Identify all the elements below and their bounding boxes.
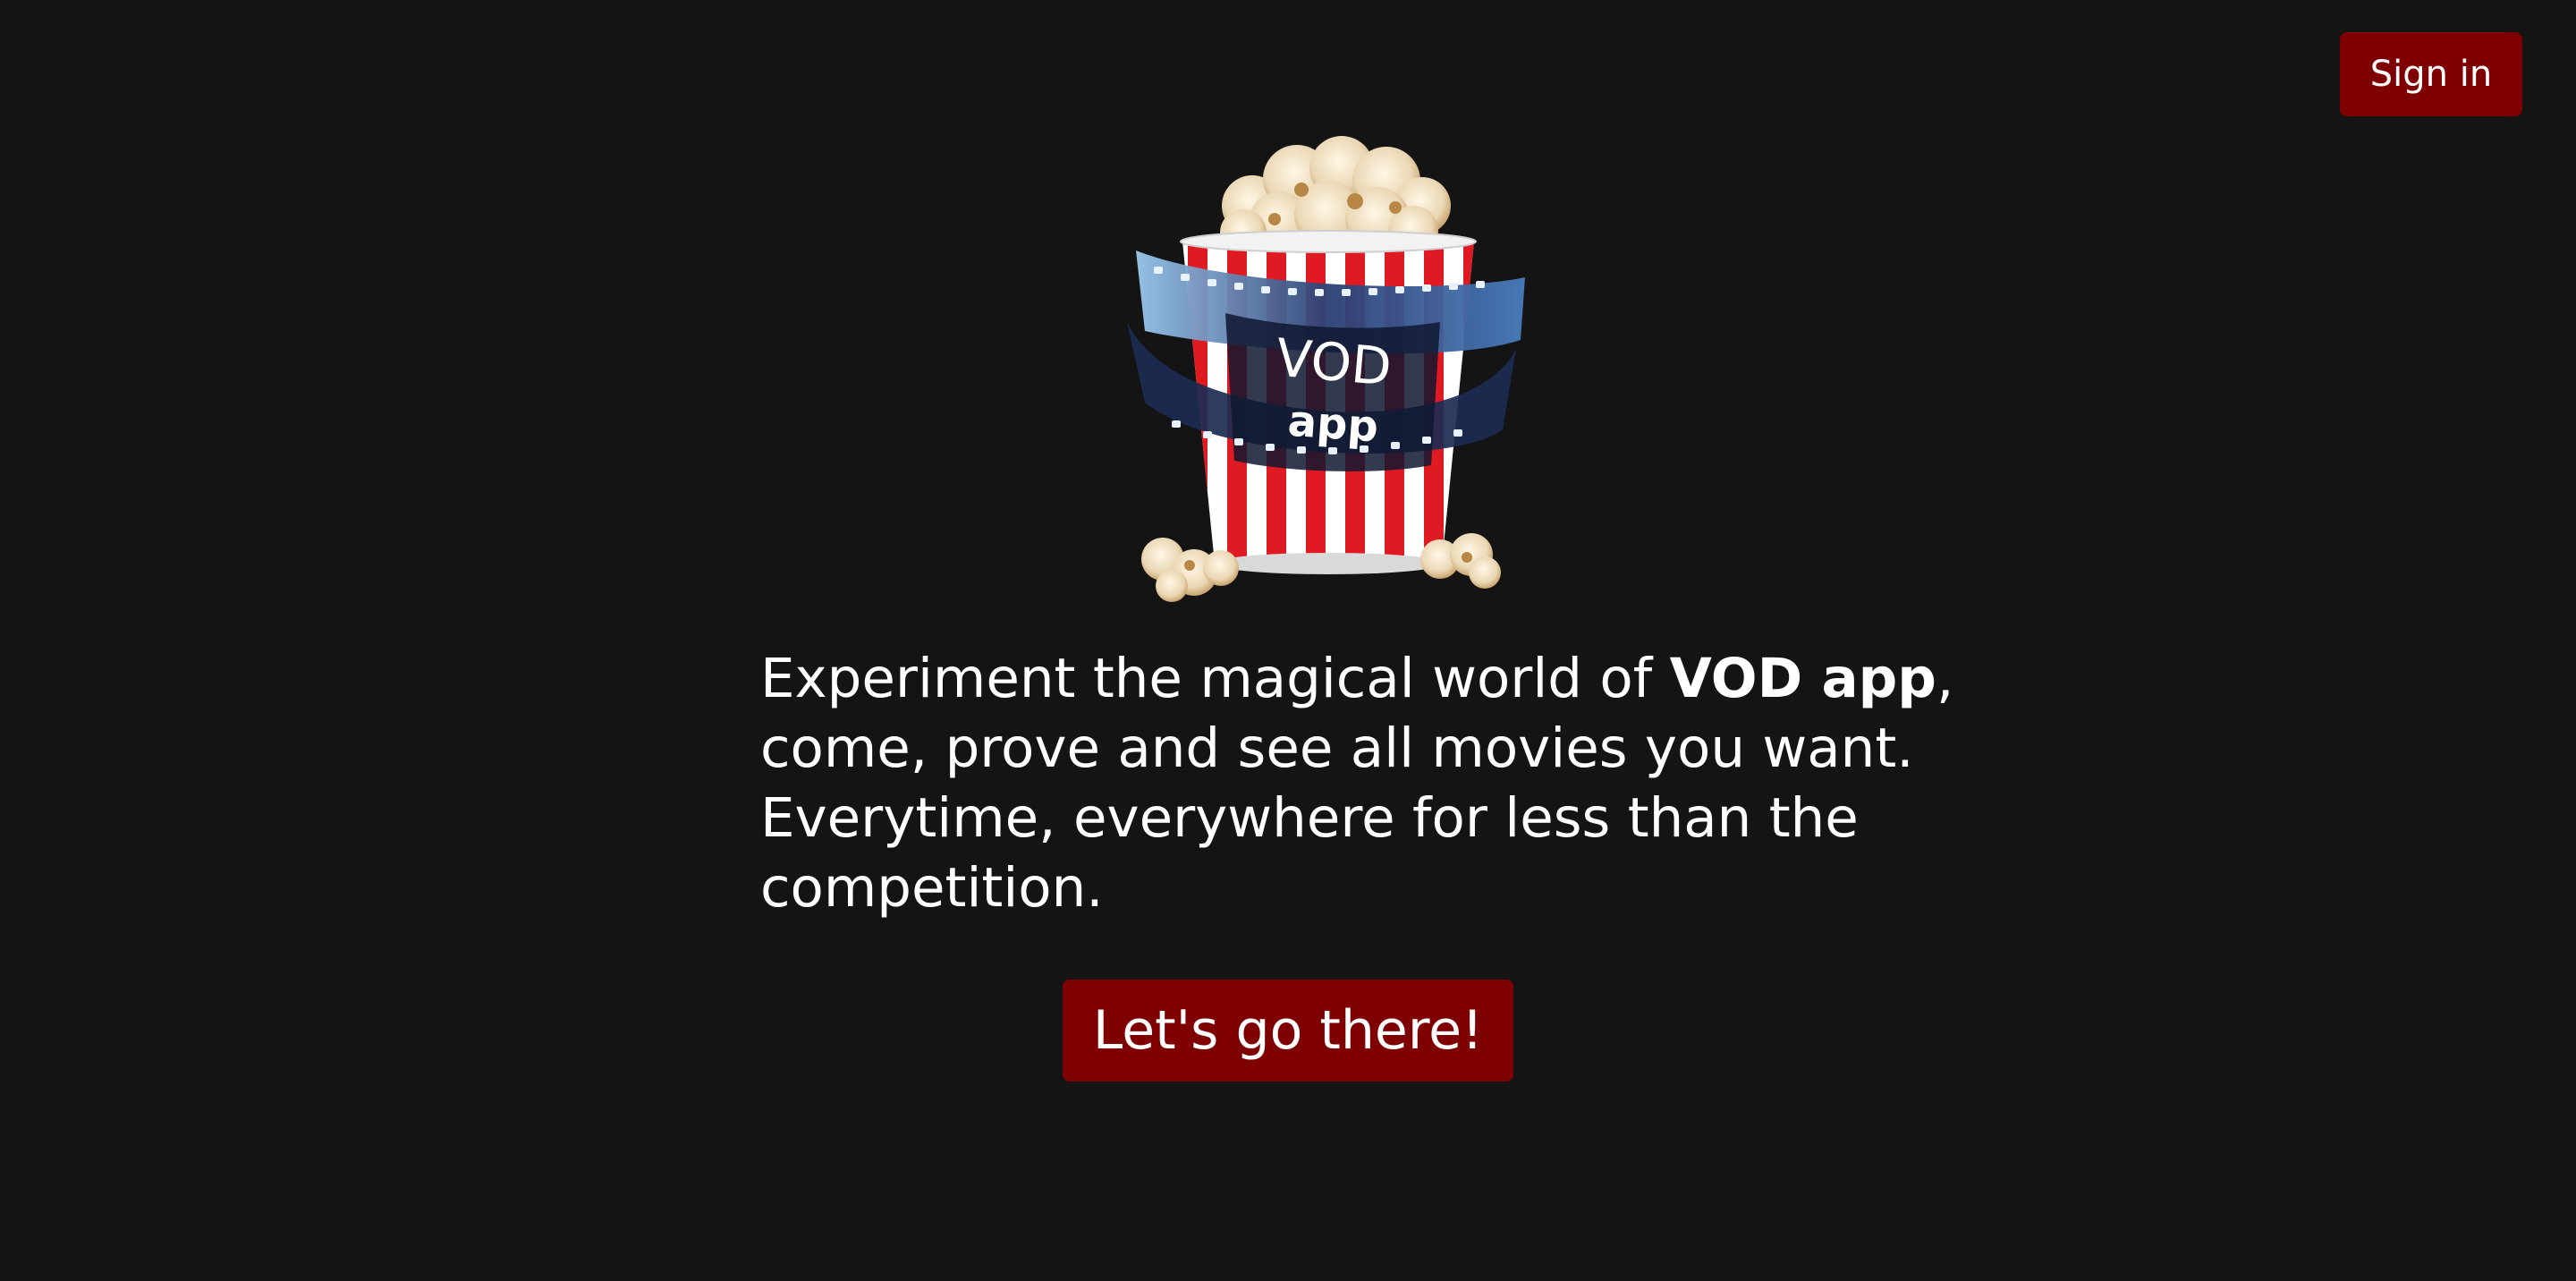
popcorn-logo-icon: VOD app [1127,136,1525,602]
hero-line1-before: Experiment the magical world of [760,647,1670,710]
hero-line1-after: , [1936,647,1954,710]
hero-text: Experiment the magical world of VOD app,… [760,644,2057,923]
hero-line2: come, prove and see all movies you want. [760,717,1914,780]
landing-page: Sign in VOD app Experiment the magical w… [0,0,2576,1281]
lets-go-there-button[interactable]: Let's go there! [1063,980,1513,1082]
logo-text-vod: VOD [1274,327,1394,398]
hero-line3: Everytime, everywhere for less than the [760,786,1859,850]
hero-line4: competition. [760,856,1104,920]
logo-text-app: app [1286,396,1380,453]
sign-in-button[interactable]: Sign in [2340,32,2522,116]
hero-brand: VOD app [1669,647,1936,710]
